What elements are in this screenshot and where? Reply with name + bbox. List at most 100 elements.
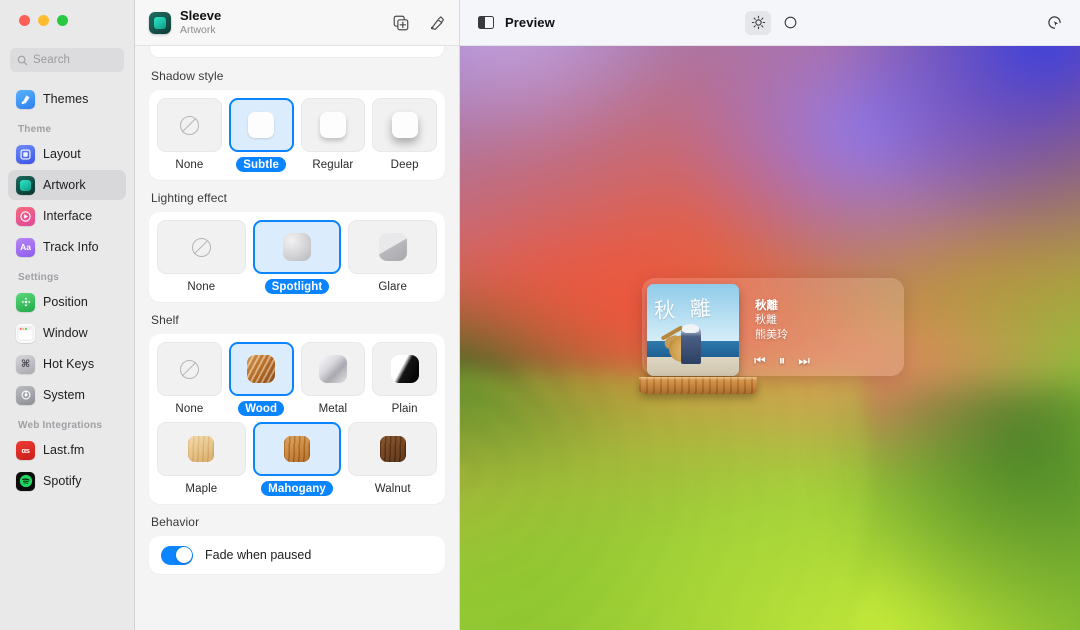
preview-pane: Preview 秋 離 秋離 秋離 熊美玲 ⏮ ⏸ ⏭ xyxy=(460,0,1080,630)
sidebar-group-web-integrations: Web Integrations xyxy=(18,420,103,431)
next-track-button[interactable]: ⏭ xyxy=(798,354,810,367)
option-shadow-none[interactable]: None xyxy=(157,98,222,172)
option-shelf-metal[interactable]: Metal xyxy=(300,342,366,416)
spotify-icon xyxy=(16,471,35,491)
sidebar-item-position[interactable]: Position xyxy=(8,287,126,317)
option-wood-walnut[interactable]: Walnut xyxy=(348,422,438,496)
shadow-regular-icon xyxy=(300,98,366,152)
wood-icon xyxy=(228,342,294,396)
option-label: Deep xyxy=(390,158,419,171)
close-button[interactable] xyxy=(19,14,30,26)
option-shelf-plain[interactable]: Plain xyxy=(372,342,437,416)
settings-panel: Sleeve Artwork Shadow style None Subtle … xyxy=(135,0,460,630)
sidebar: Search Themes Theme Layout Artwork Inter… xyxy=(0,0,135,630)
maple-icon xyxy=(157,422,246,476)
sidebar-item-label: System xyxy=(43,388,85,402)
album-artwork: 秋 離 xyxy=(647,284,739,376)
sidebar-item-label: Interface xyxy=(43,209,93,223)
panel-toggle-icon[interactable] xyxy=(478,16,494,29)
app-window: Search Themes Theme Layout Artwork Inter… xyxy=(0,0,1080,630)
track-info-icon: Aa xyxy=(16,237,35,257)
sidebar-item-hot-keys[interactable]: ⌘ Hot Keys xyxy=(8,349,126,379)
sidebar-item-label: Themes xyxy=(43,92,89,106)
wood-type-options: Maple Mahogany Walnut xyxy=(149,418,445,504)
artwork-container: 秋 離 xyxy=(639,284,757,394)
shelf-options: None Wood Metal Plain xyxy=(149,334,445,418)
option-label: Glare xyxy=(378,280,407,293)
pause-button[interactable]: ⏸ xyxy=(779,354,786,367)
none-icon xyxy=(157,342,222,396)
shadow-subtle-icon xyxy=(228,98,294,152)
zoom-button[interactable] xyxy=(57,14,68,26)
panel-header-titles: Sleeve Artwork xyxy=(180,8,221,37)
option-label: None xyxy=(175,158,204,171)
panel-header: Sleeve Artwork xyxy=(135,0,459,46)
option-shadow-deep[interactable]: Deep xyxy=(372,98,437,172)
artwork-icon xyxy=(16,175,35,195)
brush-icon[interactable] xyxy=(427,13,447,33)
track-metadata: 秋離 秋離 熊美玲 xyxy=(755,298,788,343)
option-label: Regular xyxy=(312,158,354,171)
track-artist: 熊美玲 xyxy=(755,327,788,341)
sidebar-item-system[interactable]: System xyxy=(8,380,126,410)
sidebar-item-themes[interactable]: Themes xyxy=(8,84,126,114)
option-label: Maple xyxy=(185,482,218,495)
lighting-effect-options: None Spotlight Glare xyxy=(149,212,445,302)
section-name: Artwork xyxy=(180,24,216,37)
none-icon xyxy=(157,220,246,274)
preview-title: Preview xyxy=(505,15,555,30)
sidebar-item-layout[interactable]: Layout xyxy=(8,139,126,169)
light-mode-button[interactable] xyxy=(745,10,771,35)
themes-icon xyxy=(16,89,35,109)
search-placeholder: Search xyxy=(33,54,71,66)
sidebar-item-label: Layout xyxy=(43,147,81,161)
sidebar-item-label: Position xyxy=(43,295,88,309)
option-wood-maple[interactable]: Maple xyxy=(157,422,246,496)
sidebar-item-label: Spotify xyxy=(43,474,82,488)
lastfm-icon: αs xyxy=(16,440,35,460)
sidebar-item-track-info[interactable]: Aa Track Info xyxy=(8,232,126,262)
sidebar-item-label: Last.fm xyxy=(43,443,85,457)
sidebar-item-spotify[interactable]: Spotify xyxy=(8,466,126,496)
dark-mode-button[interactable] xyxy=(777,11,803,35)
option-lighting-none[interactable]: None xyxy=(157,220,246,294)
option-wood-mahogany[interactable]: Mahogany xyxy=(252,422,342,496)
preview-background-waves xyxy=(460,373,870,630)
sidebar-group-theme: Theme xyxy=(18,124,52,135)
sidebar-item-interface[interactable]: Interface xyxy=(8,201,126,231)
section-title-lighting-effect: Lighting effect xyxy=(151,191,228,205)
preview-stage: 秋 離 秋離 秋離 熊美玲 ⏮ ⏸ ⏭ xyxy=(460,46,1080,630)
option-label: None xyxy=(175,402,204,415)
now-playing-widget[interactable]: 秋 離 秋離 秋離 熊美玲 ⏮ ⏸ ⏭ xyxy=(639,278,904,394)
sidebar-item-lastfm[interactable]: αs Last.fm xyxy=(8,435,126,465)
option-shelf-wood[interactable]: Wood xyxy=(228,342,294,416)
track-title: 秋離 xyxy=(755,298,778,312)
sidebar-item-window[interactable]: Window xyxy=(8,318,126,348)
sidebar-nav: Themes Theme Layout Artwork Interface Aa… xyxy=(0,72,134,630)
preview-header: Preview xyxy=(460,0,1080,46)
fade-when-paused-toggle[interactable] xyxy=(161,545,193,565)
behavior-options: Fade when paused xyxy=(149,536,445,574)
search-input[interactable]: Search xyxy=(10,48,124,72)
minimize-button[interactable] xyxy=(38,14,49,26)
option-shadow-regular[interactable]: Regular xyxy=(300,98,366,172)
preview-background-shade xyxy=(819,384,1080,630)
spotlight-icon xyxy=(252,220,342,274)
option-shadow-subtle[interactable]: Subtle xyxy=(228,98,294,172)
plain-icon xyxy=(372,342,437,396)
sidebar-item-artwork[interactable]: Artwork xyxy=(8,170,126,200)
window-controls xyxy=(0,0,134,40)
option-lighting-glare[interactable]: Glare xyxy=(348,220,438,294)
option-lighting-spotlight[interactable]: Spotlight xyxy=(252,220,342,294)
cursor-arc-icon[interactable] xyxy=(1042,11,1066,35)
section-title-shadow-style: Shadow style xyxy=(151,69,224,83)
option-shelf-none[interactable]: None xyxy=(157,342,222,416)
panel-scroll-area[interactable]: Shadow style None Subtle Regular Deep Li… xyxy=(135,46,459,630)
option-label: Plain xyxy=(391,402,418,415)
position-icon xyxy=(16,292,35,312)
playback-controls: ⏮ ⏸ ⏭ xyxy=(754,354,810,367)
previous-track-button[interactable]: ⏮ xyxy=(754,354,766,367)
panel-header-actions xyxy=(391,13,447,33)
copy-plus-icon[interactable] xyxy=(391,13,411,33)
sidebar-item-label: Track Info xyxy=(43,240,99,254)
